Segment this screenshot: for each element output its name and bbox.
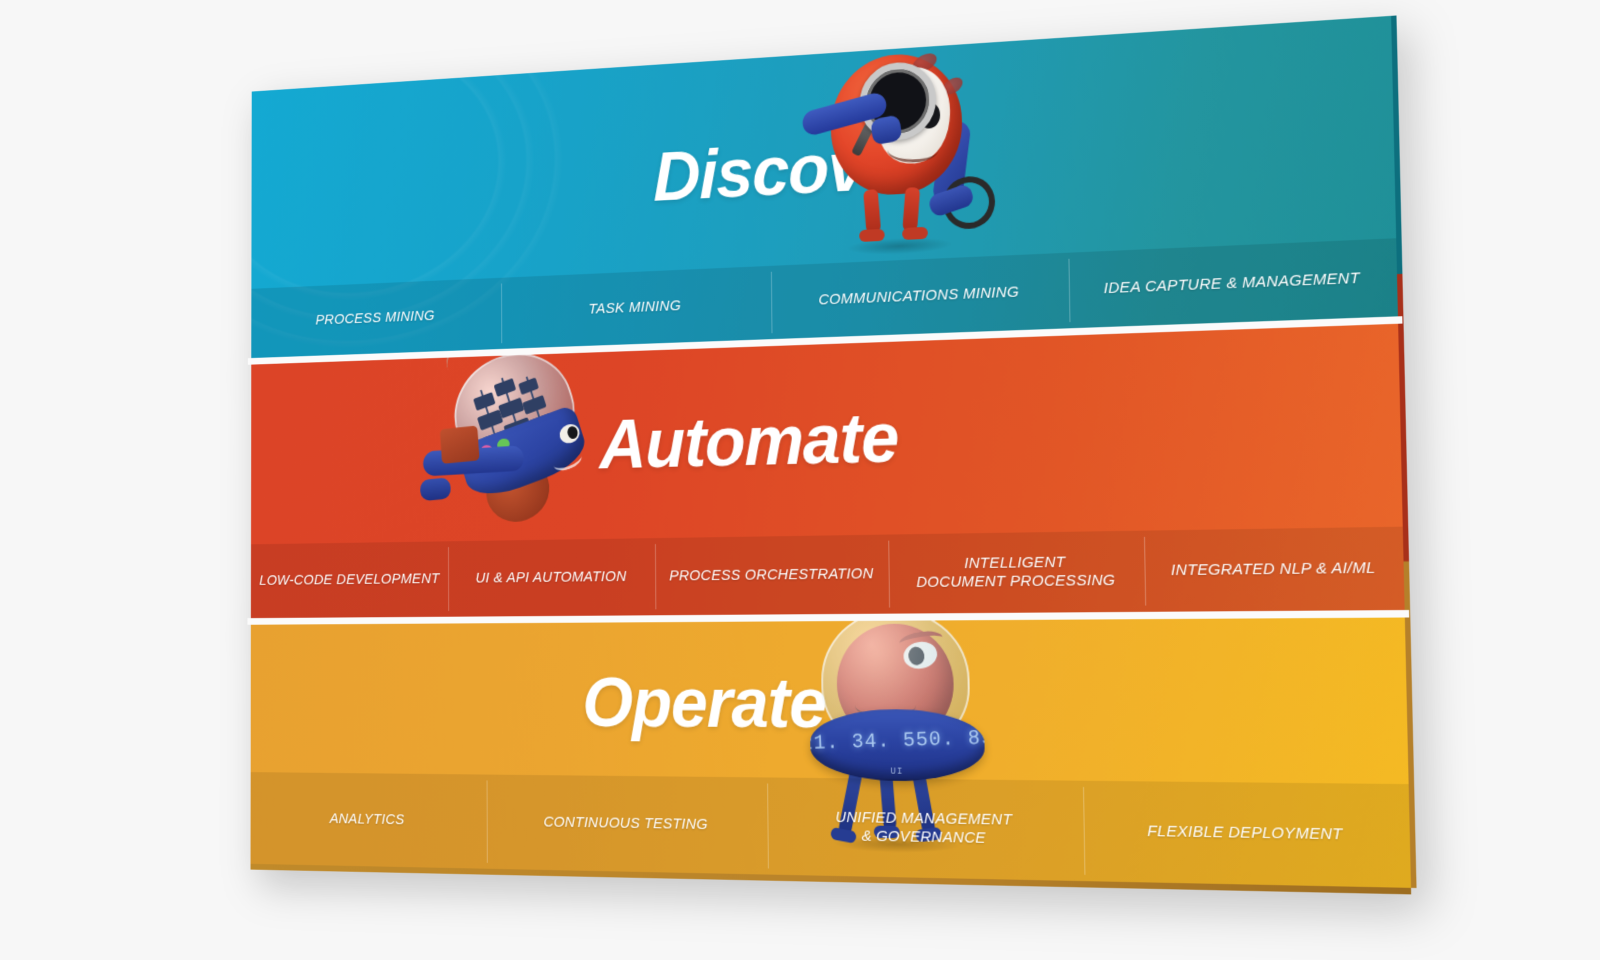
capability-ui-api-automation[interactable]: UI & API AUTOMATION [448, 538, 655, 617]
data-ring-readout: 1321. 34. 550. 89.0 [809, 725, 986, 757]
band-discover[interactable]: Discover PROCESS MINING TASK MINING COMM… [251, 15, 1398, 359]
mascot-discover-leg [902, 187, 921, 232]
diagram-canvas: Discover PROCESS MINING TASK MINING COMM… [0, 0, 1600, 960]
capability-task-mining[interactable]: TASK MINING [501, 266, 771, 349]
capability-communications-mining[interactable]: COMMUNICATIONS MINING [771, 253, 1069, 339]
ship-sail [522, 395, 547, 415]
ship-sail [498, 397, 525, 419]
band-operate-title: Operate [582, 663, 827, 743]
band-operate[interactable]: Operate 1321. 34. 550. 89.0 UI ANALYTICS… [250, 616, 1412, 888]
mascot-discover-foot [902, 226, 928, 240]
data-ring-display: 1321. 34. 550. 89.0 UI [809, 709, 986, 782]
mascot-discover-leg [863, 188, 882, 235]
capability-flexible-deployment[interactable]: FLEXIBLE DEPLOYMENT [1083, 781, 1411, 888]
mascot-automate-backpack [439, 425, 480, 464]
capability-idea-capture-management[interactable]: IDEA CAPTURE & MANAGEMENT [1068, 238, 1398, 328]
capability-process-orchestration[interactable]: PROCESS ORCHESTRATION [654, 535, 889, 616]
ship-sail [518, 377, 539, 395]
mascot-discover-foot [859, 228, 885, 242]
capability-continuous-testing[interactable]: CONTINUOUS TESTING [486, 775, 768, 875]
band-automate[interactable]: Automate LOW-CODE DEVELOPMENT UI & API A… [250, 322, 1405, 619]
mascot-discover [800, 36, 1003, 261]
capability-unified-management-governance[interactable]: UNIFIED MANAGEMENT & GOVERNANCE [767, 777, 1084, 881]
data-ring-readout-sub: UI [890, 766, 904, 777]
capability-analytics[interactable]: ANALYTICS [251, 772, 487, 869]
capability-process-mining[interactable]: PROCESS MINING [251, 278, 501, 358]
capability-intelligent-document-processing[interactable]: INTELLIGENT DOCUMENT PROCESSING [888, 531, 1145, 614]
mascot-automate-hand [419, 477, 452, 502]
capability-integrated-nlp-ai-ml[interactable]: INTEGRATED NLP & AI/ML [1143, 527, 1404, 612]
three-layer-board: Discover PROCESS MINING TASK MINING COMM… [247, 15, 1417, 894]
ship-sail [473, 391, 496, 411]
capability-low-code-development[interactable]: LOW-CODE DEVELOPMENT [251, 541, 449, 618]
ship-sail [493, 378, 517, 398]
perspective-board-wrapper: Discover PROCESS MINING TASK MINING COMM… [247, 15, 1417, 894]
band-automate-title: Automate [599, 397, 899, 484]
